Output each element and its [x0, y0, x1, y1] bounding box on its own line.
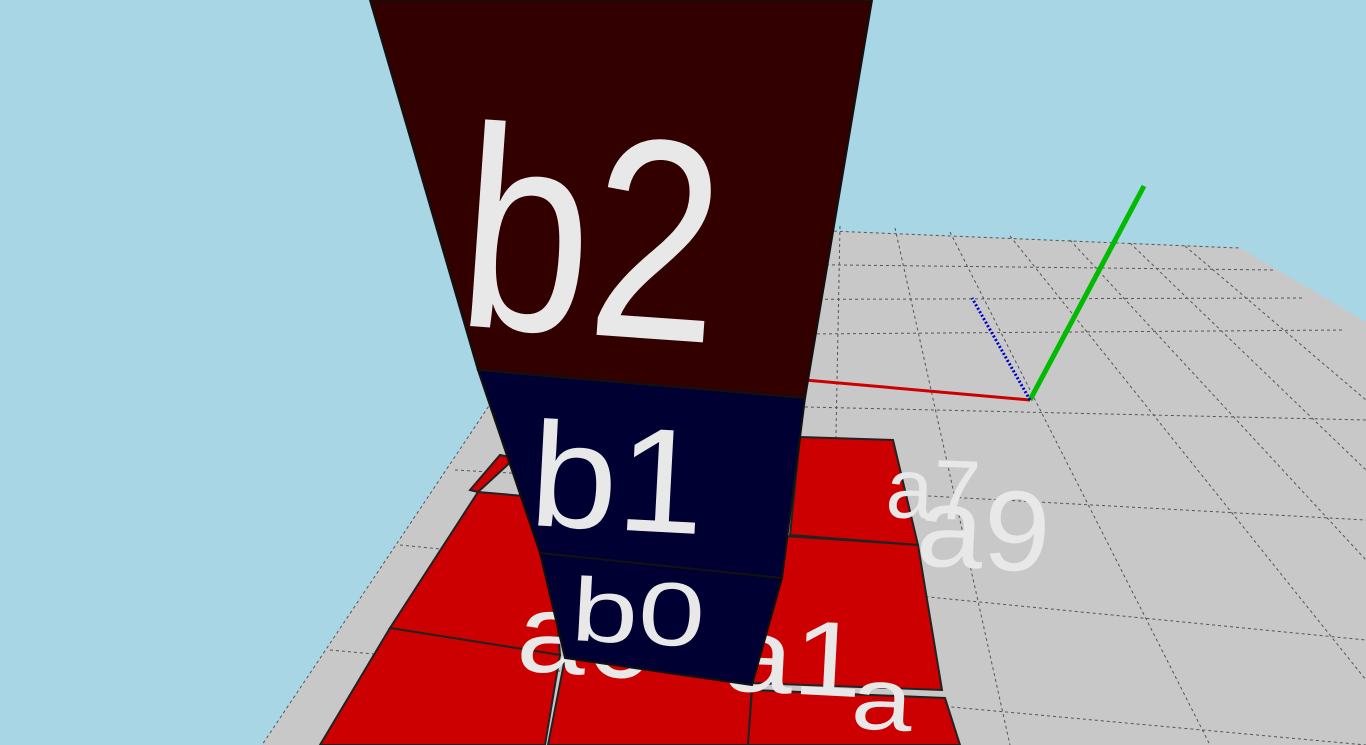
block-label-b0: b0	[569, 560, 708, 667]
tile-label-a5: a	[849, 649, 916, 745]
block-label-b1: b1	[526, 392, 709, 566]
game-viewport[interactable]: a7 a3 a9 a0 a1 a b0 b1 b2	[0, 0, 1366, 745]
tile-label-a9: a9	[914, 462, 1054, 596]
block-label-b2: b2	[451, 67, 733, 404]
